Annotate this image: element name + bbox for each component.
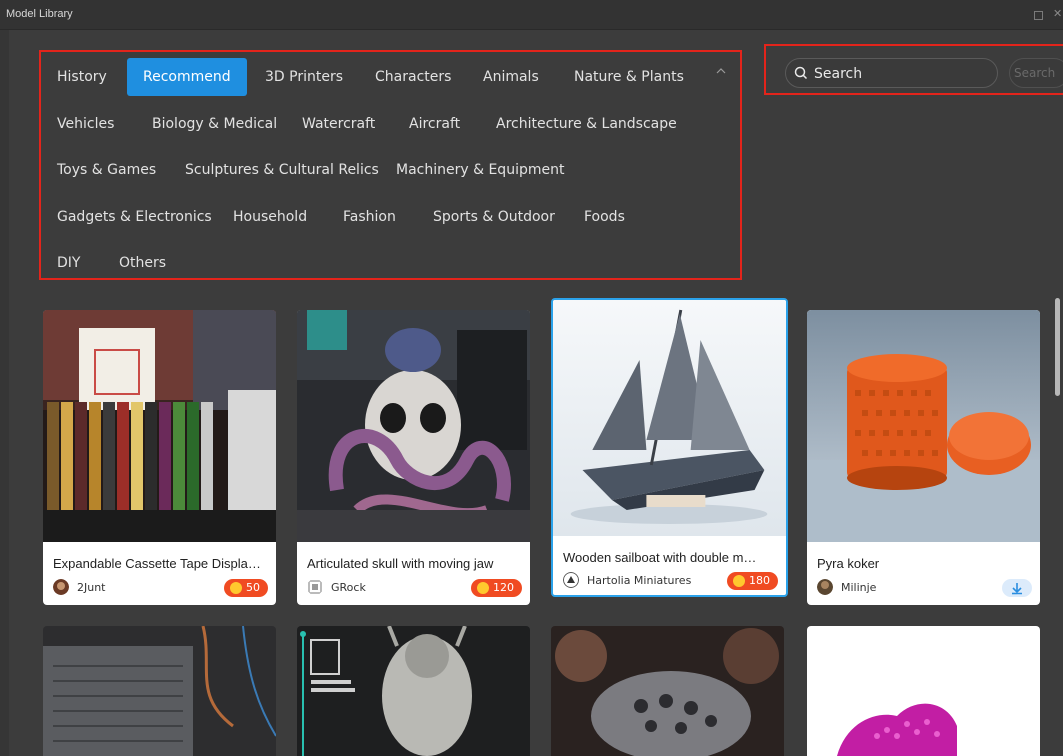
model-thumbnail <box>807 310 1040 542</box>
category-foods[interactable]: Foods <box>584 198 625 236</box>
model-card[interactable]: Articulated skull with moving jaw GRock … <box>297 310 530 605</box>
category-recommend[interactable]: Recommend <box>127 58 247 96</box>
model-card[interactable]: Pyra koker Milinje <box>807 310 1040 605</box>
author-row: Milinje <box>817 579 1032 597</box>
model-card[interactable] <box>43 626 276 756</box>
author-name[interactable]: 2Junt <box>77 581 106 594</box>
avatar[interactable] <box>563 572 579 588</box>
category-history[interactable]: History <box>57 58 107 96</box>
category-animals[interactable]: Animals <box>483 58 539 96</box>
model-thumbnail <box>297 626 530 756</box>
author-row: 2Junt 50 <box>53 579 268 597</box>
price-value: 180 <box>749 574 770 587</box>
category-others[interactable]: Others <box>119 244 166 282</box>
model-card[interactable] <box>551 626 784 756</box>
price-badge[interactable]: 120 <box>471 579 522 597</box>
model-title[interactable]: Pyra koker <box>817 556 1027 571</box>
category-diy[interactable]: DIY <box>57 244 80 282</box>
model-card[interactable] <box>297 626 530 756</box>
search-panel: Search <box>764 44 1063 95</box>
close-button[interactable]: ✕ <box>1053 8 1062 20</box>
author-name[interactable]: Hartolia Miniatures <box>587 574 691 587</box>
model-thumbnail <box>43 626 276 756</box>
category-aircraft[interactable]: Aircraft <box>409 105 460 143</box>
category-vehicles[interactable]: Vehicles <box>57 105 114 143</box>
category-biology-medical[interactable]: Biology & Medical <box>152 105 277 143</box>
category-sculptures[interactable]: Sculptures & Cultural Relics <box>185 151 379 189</box>
title-bar: Model Library ✕ <box>0 0 1063 30</box>
category-watercraft[interactable]: Watercraft <box>302 105 375 143</box>
avatar[interactable] <box>307 579 323 595</box>
window-title: Model Library <box>6 8 73 20</box>
maximize-button[interactable] <box>1034 11 1043 20</box>
category-3d-printers[interactable]: 3D Printers <box>265 58 343 96</box>
category-characters[interactable]: Characters <box>375 58 451 96</box>
coin-icon <box>477 582 489 594</box>
category-toys-games[interactable]: Toys & Games <box>57 151 156 189</box>
author-row: Hartolia Miniatures 180 <box>563 572 778 590</box>
model-thumbnail <box>807 626 1040 756</box>
price-badge[interactable]: 50 <box>224 579 268 597</box>
avatar[interactable] <box>817 579 833 595</box>
download-icon <box>1012 583 1022 595</box>
category-panel: History Recommend 3D Printers Characters… <box>39 50 742 280</box>
search-input[interactable] <box>812 64 996 84</box>
model-thumbnail <box>43 310 276 542</box>
download-button[interactable] <box>1002 579 1032 597</box>
author-row: GRock 120 <box>307 579 522 597</box>
search-icon <box>794 66 808 80</box>
category-fashion[interactable]: Fashion <box>343 198 396 236</box>
model-thumbnail <box>553 300 786 536</box>
model-title[interactable]: Wooden sailboat with double m… <box>563 550 773 565</box>
scrollbar-thumb[interactable] <box>1055 298 1060 396</box>
chevron-up-icon[interactable] <box>716 66 726 76</box>
category-machinery[interactable]: Machinery & Equipment <box>396 151 564 189</box>
category-household[interactable]: Household <box>233 198 307 236</box>
model-card[interactable] <box>807 626 1040 756</box>
category-sports-outdoor[interactable]: Sports & Outdoor <box>433 198 555 236</box>
price-value: 50 <box>246 581 260 594</box>
search-box <box>785 58 998 88</box>
avatar[interactable] <box>53 579 69 595</box>
model-thumbnail <box>551 626 784 756</box>
category-gadgets[interactable]: Gadgets & Electronics <box>57 198 212 236</box>
model-title[interactable]: Articulated skull with moving jaw <box>307 556 517 571</box>
author-name[interactable]: Milinje <box>841 581 876 594</box>
category-nature-plants[interactable]: Nature & Plants <box>574 58 684 96</box>
author-name[interactable]: GRock <box>331 581 366 594</box>
model-title[interactable]: Expandable Cassette Tape Displa… <box>53 556 263 571</box>
model-thumbnail <box>297 310 530 542</box>
price-badge[interactable]: 180 <box>727 572 778 590</box>
left-edge <box>0 30 9 756</box>
model-card[interactable]: Expandable Cassette Tape Displa… 2Junt 5… <box>43 310 276 605</box>
price-value: 120 <box>493 581 514 594</box>
coin-icon <box>733 575 745 587</box>
search-button[interactable]: Search <box>1009 58 1063 88</box>
category-architecture-landscape[interactable]: Architecture & Landscape <box>496 105 677 143</box>
model-card[interactable]: Wooden sailboat with double m… Hartolia … <box>551 298 788 597</box>
coin-icon <box>230 582 242 594</box>
